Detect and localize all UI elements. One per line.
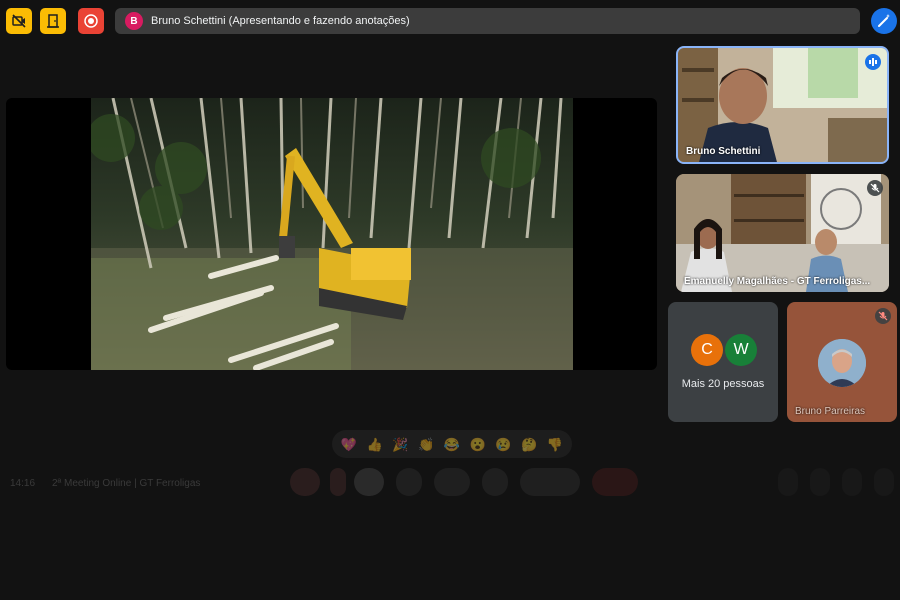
info-button[interactable]: [778, 468, 798, 496]
participant-name: Emanuelly Magalhães - GT Ferroligas...: [684, 276, 871, 287]
reaction-thumbs-up[interactable]: 👍: [367, 438, 383, 451]
reaction-party[interactable]: 🎉: [392, 438, 408, 451]
present-button[interactable]: [482, 468, 508, 496]
people-button[interactable]: [810, 468, 830, 496]
reaction-surprised[interactable]: 😮: [470, 438, 486, 451]
participant-tile-bruno-schettini[interactable]: Bruno Schettini: [676, 46, 889, 164]
more-people-label: Mais 20 pessoas: [681, 378, 765, 390]
camera-off-button[interactable]: [6, 8, 32, 34]
reaction-thumbs-down[interactable]: 👎: [547, 438, 563, 451]
pen-sparkle-icon: [878, 14, 890, 27]
raise-hand-button[interactable]: [434, 468, 470, 496]
reaction-thinking[interactable]: 🤔: [521, 438, 537, 451]
meeting-title: 2ª Meeting Online | GT Ferroligas: [52, 478, 201, 489]
reaction-sad[interactable]: 😢: [495, 438, 511, 451]
participant-tile-emanuelly[interactable]: Emanuelly Magalhães - GT Ferroligas...: [676, 174, 889, 292]
participant-name: Bruno Schettini: [686, 146, 761, 157]
presenter-avatar: B: [125, 12, 143, 30]
leave-door-button[interactable]: [40, 8, 66, 34]
speaking-indicator: [865, 54, 881, 70]
mic-off-icon: [878, 311, 888, 321]
door-icon: [47, 14, 59, 28]
muted-indicator: [875, 308, 891, 324]
mic-button[interactable]: [290, 468, 320, 496]
participant-avatar: W: [725, 334, 757, 366]
presenter-banner: B Bruno Schettini (Apresentando e fazend…: [115, 8, 860, 34]
share-screen-button[interactable]: [354, 468, 384, 496]
leave-call-button[interactable]: [592, 468, 638, 496]
mic-off-icon: [870, 183, 880, 193]
presenter-label: Bruno Schettini (Apresentando e fazendo …: [151, 15, 410, 27]
reaction-laugh[interactable]: 😂: [444, 438, 460, 451]
participant-avatar: C: [691, 334, 723, 366]
activities-button[interactable]: [874, 468, 894, 496]
meeting-time: 14:16: [10, 478, 36, 489]
more-options-button[interactable]: [520, 468, 580, 496]
camera-off-icon: [12, 14, 26, 28]
recording-button[interactable]: [78, 8, 104, 34]
more-people-tile[interactable]: C W Mais 20 pessoas: [668, 302, 778, 422]
muted-indicator: [867, 180, 883, 196]
reactions-bar[interactable]: 💖 👍 🎉 👏 😂 😮 😢 🤔 👎: [332, 430, 572, 458]
chat-button[interactable]: [842, 468, 862, 496]
camera-button[interactable]: [330, 468, 346, 496]
forest-harvester-video: [91, 98, 573, 370]
annotate-button[interactable]: [871, 8, 897, 34]
record-icon: [84, 14, 98, 28]
avatar: [818, 339, 866, 387]
reaction-clap[interactable]: 👏: [418, 438, 434, 451]
shared-screen: [6, 98, 657, 370]
captions-button[interactable]: [396, 468, 422, 496]
participant-tile-bruno-parreiras[interactable]: Bruno Parreiras: [787, 302, 897, 422]
speaking-icon: [869, 58, 877, 66]
reaction-heart[interactable]: 💖: [341, 438, 357, 451]
participant-name: Bruno Parreiras: [795, 406, 866, 417]
